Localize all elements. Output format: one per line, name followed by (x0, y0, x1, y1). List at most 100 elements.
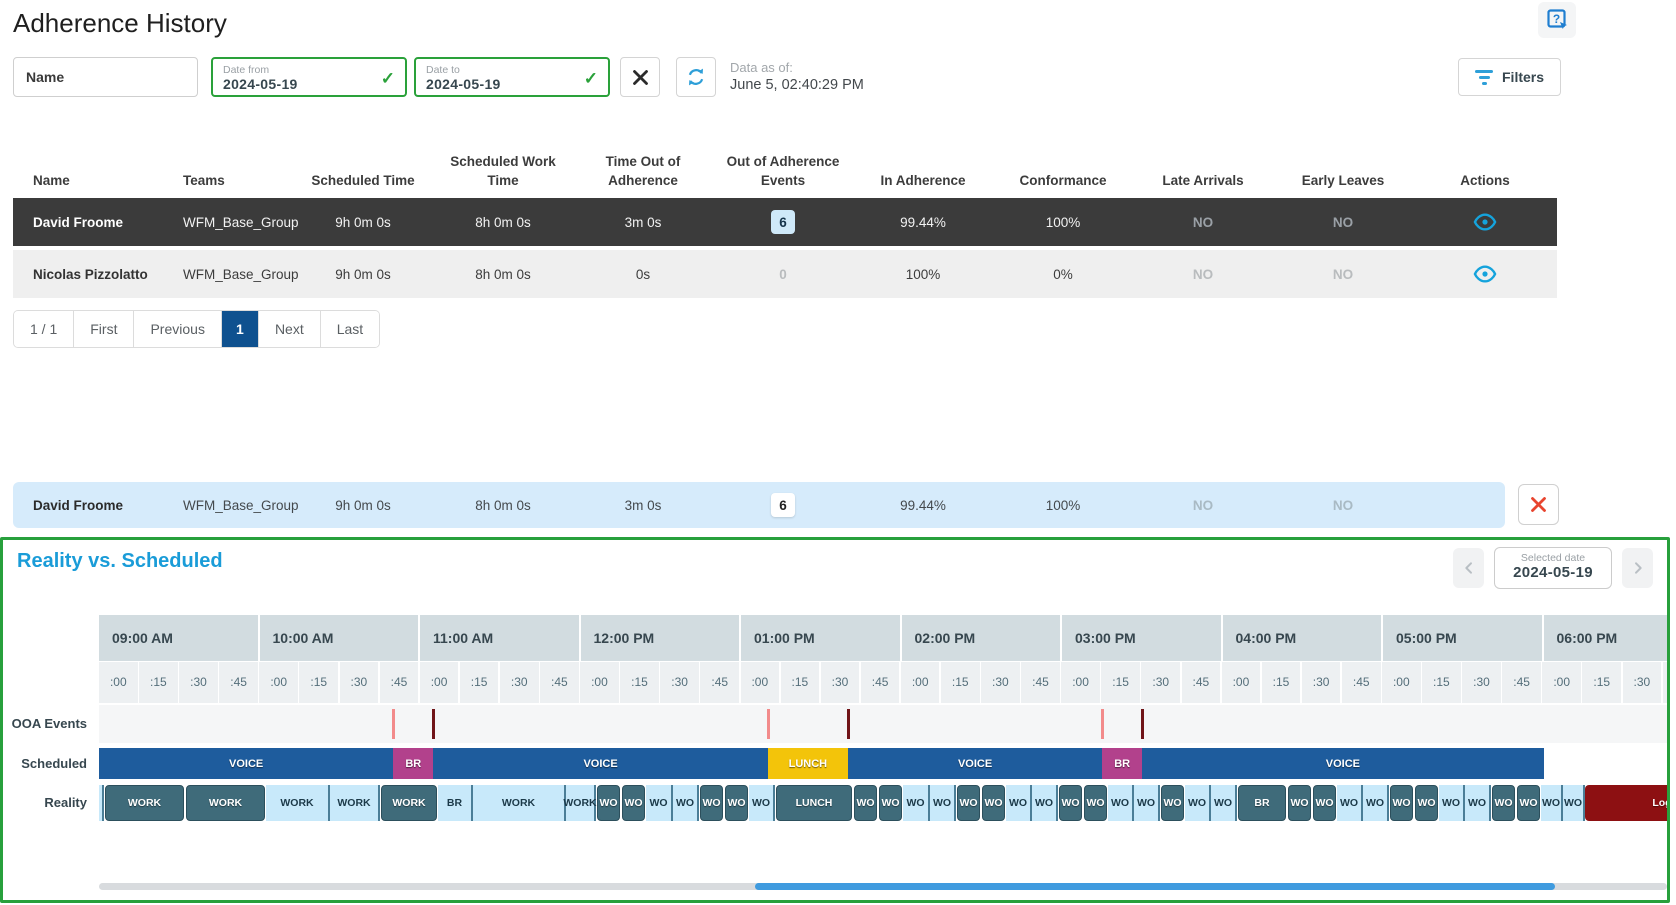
reality-segment[interactable]: WO (930, 785, 956, 821)
reality-segment[interactable]: WO (1288, 785, 1311, 821)
reality-segment[interactable]: WO (1185, 785, 1211, 821)
scheduled-segment-br[interactable]: BR (1102, 748, 1142, 779)
reality-segment[interactable]: WO (903, 785, 930, 821)
reality-segment[interactable]: WO (957, 785, 980, 821)
reality-segment[interactable]: WO (1084, 785, 1107, 821)
reality-segment[interactable]: WO (982, 785, 1005, 821)
reality-segment[interactable]: WORK (186, 785, 265, 821)
reality-segment[interactable]: WO (1006, 785, 1032, 821)
quarter-cell: :15 (781, 662, 820, 703)
reality-segment[interactable]: WO (1541, 785, 1563, 821)
reality-segment[interactable]: WORK (105, 785, 184, 821)
scheduled-segment-lunch[interactable]: LUNCH (768, 748, 848, 779)
ooa-event-tick[interactable] (847, 709, 850, 739)
ooa-event-tick[interactable] (767, 709, 770, 739)
ooa-event-tick[interactable] (1141, 709, 1144, 739)
reality-segment[interactable]: WO (1390, 785, 1413, 821)
ooa-event-tick[interactable] (432, 709, 435, 739)
view-details-button[interactable] (1472, 261, 1498, 287)
col-header-out-of-adherence-events[interactable]: Out of Adherence Events (713, 132, 853, 194)
reality-segment[interactable]: WORK (473, 785, 566, 821)
reality-segment[interactable]: WO (1108, 785, 1134, 821)
reality-segment[interactable]: WO (622, 785, 645, 821)
reality-segment[interactable]: WO (1415, 785, 1438, 821)
scheduled-segment-voice[interactable]: VOICE (848, 748, 1102, 779)
page-title: Adherence History (13, 8, 227, 39)
reality-segment[interactable]: Log Out - (1585, 785, 1667, 821)
quarter-cell: :00 (580, 662, 619, 703)
reality-segment[interactable]: WO (1337, 785, 1363, 821)
refresh-button[interactable] (676, 57, 716, 97)
pagination-page-1[interactable]: 1 (222, 311, 259, 347)
reality-segment[interactable]: WO (1313, 785, 1336, 821)
pagination-last[interactable]: Last (321, 311, 379, 347)
scheduled-segment-voice[interactable]: VOICE (433, 748, 767, 779)
date-from-field[interactable]: Date from 2024-05-19 ✓ (211, 57, 407, 97)
pagination-next[interactable]: Next (259, 311, 321, 347)
reality-segment[interactable]: WO (1211, 785, 1237, 821)
reality-segment[interactable]: WO (1439, 785, 1465, 821)
scheduled-segment-br[interactable]: BR (393, 748, 433, 779)
reality-segment[interactable] (99, 785, 104, 821)
timeline-scrollbar-track[interactable] (99, 883, 1667, 890)
timeline-scrollbar-thumb[interactable] (755, 883, 1555, 890)
cell-late-arrivals: NO (1133, 267, 1273, 282)
clear-filters-button[interactable] (620, 57, 660, 97)
reality-segment[interactable]: WORK (381, 785, 437, 821)
reality-track: WORKWORKWORKWORKWORKBRWORKWORKWOWOWOWOWO… (99, 785, 1667, 821)
reality-segment[interactable]: WO (1517, 785, 1540, 821)
col-header-early-leaves[interactable]: Early Leaves (1273, 132, 1413, 194)
col-header-scheduled-work-time[interactable]: Scheduled Work Time (433, 132, 573, 194)
reality-segment[interactable]: LUNCH (776, 785, 852, 821)
reality-segment[interactable]: WO (1032, 785, 1058, 821)
reality-segment[interactable]: WO (1492, 785, 1515, 821)
reality-segment[interactable]: BR (1238, 785, 1286, 821)
col-header-scheduled-time[interactable]: Scheduled Time (293, 132, 433, 194)
cell-in-adherence: 100% (853, 267, 993, 282)
reality-segment[interactable]: WO (673, 785, 699, 821)
reality-segment[interactable]: WO (1161, 785, 1184, 821)
col-header-name[interactable]: Name (13, 132, 163, 194)
table-row[interactable]: David Froome WFM_Base_Group 9h 0m 0s 8h … (13, 198, 1557, 246)
reality-segment[interactable]: WORK (566, 785, 596, 821)
reality-segment[interactable]: WO (1465, 785, 1491, 821)
reality-segment[interactable]: WO (597, 785, 620, 821)
reality-segment[interactable]: WO (1134, 785, 1160, 821)
cell-late-arrivals: NO (1133, 215, 1273, 230)
reality-segment[interactable]: WO (1563, 785, 1585, 821)
pagination-first[interactable]: First (74, 311, 134, 347)
selected-date-field[interactable]: Selected date 2024-05-19 (1494, 547, 1612, 589)
next-day-button[interactable] (1622, 548, 1653, 588)
reality-segment[interactable]: WORK (330, 785, 380, 821)
reality-segment[interactable]: WO (854, 785, 877, 821)
col-header-in-adherence[interactable]: In Adherence (853, 132, 993, 194)
reality-segment[interactable]: WO (700, 785, 723, 821)
date-to-field[interactable]: Date to 2024-05-19 ✓ (414, 57, 610, 97)
reality-segment[interactable]: WO (1363, 785, 1389, 821)
filters-button[interactable]: Filters (1458, 58, 1561, 96)
reality-segment[interactable]: WO (879, 785, 902, 821)
ooa-event-tick[interactable] (392, 709, 395, 739)
help-button[interactable]: ? (1538, 2, 1576, 38)
col-header-conformance[interactable]: Conformance (993, 132, 1133, 194)
table-row[interactable]: Nicolas Pizzolatto WFM_Base_Group 9h 0m … (13, 250, 1557, 298)
view-details-button[interactable] (1472, 209, 1498, 235)
scheduled-segment-voice[interactable]: VOICE (99, 748, 393, 779)
ooa-event-tick[interactable] (1101, 709, 1104, 739)
quarter-cell: :30 (340, 662, 379, 703)
reality-segment[interactable]: WO (646, 785, 673, 821)
cell-name: Nicolas Pizzolatto (13, 267, 163, 282)
name-filter-input[interactable] (13, 57, 198, 97)
col-header-time-out-of-adherence[interactable]: Time Out of Adherence (573, 132, 713, 194)
reality-segment[interactable]: BR (438, 785, 473, 821)
scheduled-segment-voice[interactable]: VOICE (1142, 748, 1543, 779)
col-header-late-arrivals[interactable]: Late Arrivals (1133, 132, 1273, 194)
reality-segment[interactable]: WO (725, 785, 748, 821)
pagination-previous[interactable]: Previous (134, 311, 221, 347)
col-header-teams[interactable]: Teams (163, 132, 293, 194)
previous-day-button[interactable] (1453, 548, 1484, 588)
reality-segment[interactable]: WO (749, 785, 775, 821)
reality-segment[interactable]: WO (1059, 785, 1082, 821)
reality-segment[interactable]: WORK (266, 785, 330, 821)
close-selected-agent-button[interactable] (1518, 484, 1559, 525)
